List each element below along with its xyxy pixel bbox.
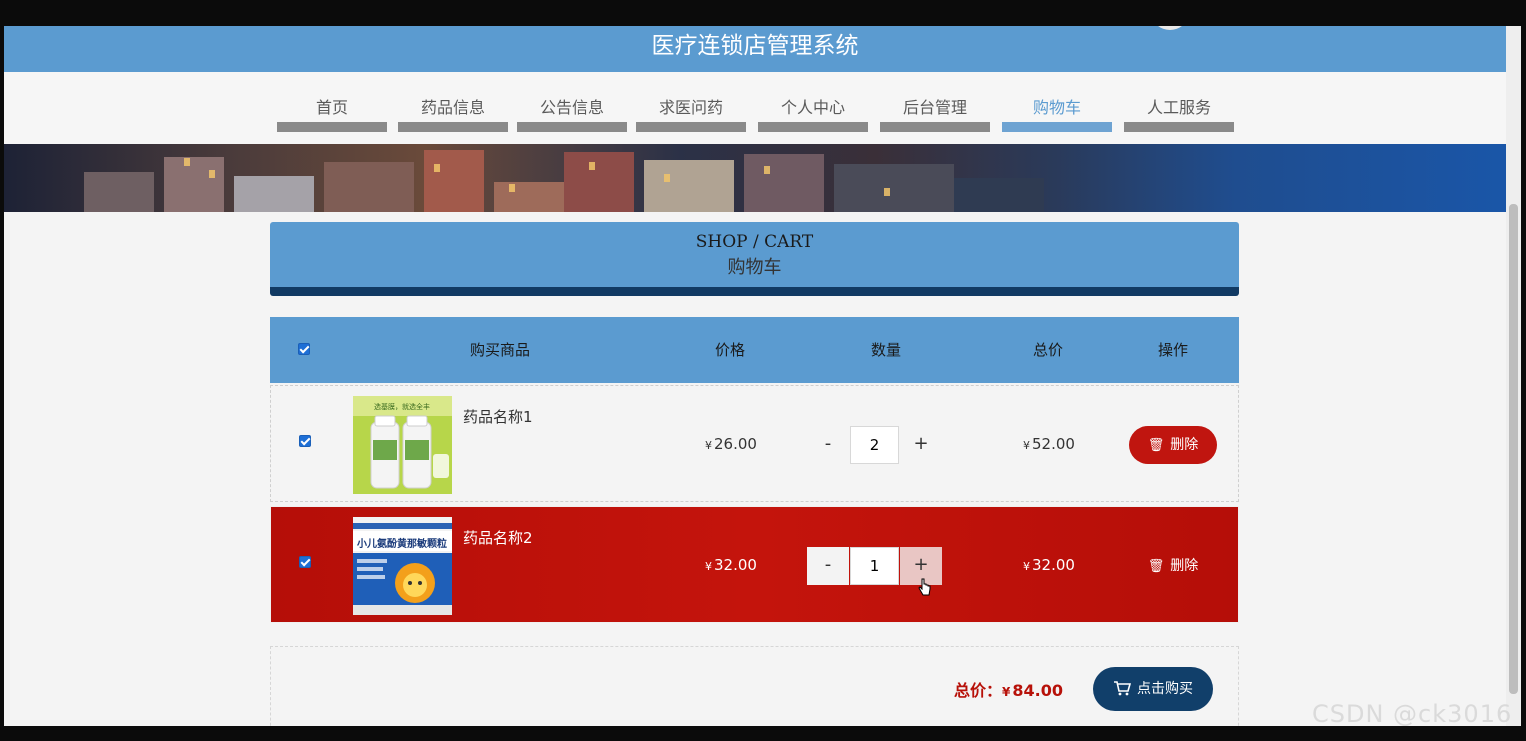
row-checkbox[interactable] [299, 435, 311, 447]
decrement-button[interactable]: - [807, 426, 849, 464]
row-total: ¥32.00 [1023, 556, 1075, 574]
quantity-input[interactable]: 1 [850, 547, 899, 585]
cart-title-panel: SHOP / CART 购物车 [270, 222, 1239, 296]
nav-item-underline [636, 122, 746, 132]
unit-price: ¥32.00 [705, 556, 757, 574]
nav-item-notices[interactable]: 公告信息 [517, 72, 627, 134]
nav-item-drug-info[interactable]: 药品信息 [398, 72, 508, 134]
bottom-black-bar [0, 726, 1526, 741]
product-image-caption: 小儿氨酚黄那敏颗粒 [356, 537, 447, 550]
nav-item-profile[interactable]: 个人中心 [758, 72, 868, 134]
nav-item-label: 个人中心 [780, 98, 845, 117]
header-total: 总价 [1032, 341, 1063, 359]
watermark: CSDN @ck3016 [1312, 700, 1513, 728]
nav-item-cart[interactable]: 购物车 [1002, 72, 1112, 134]
grand-total: 总价：¥ 84.00 [954, 681, 1063, 700]
nav-item-label: 首页 [315, 98, 348, 117]
nav-item-consult[interactable]: 求医问药 [636, 72, 746, 134]
nav-item-underline [880, 122, 990, 132]
delete-label: 删除 [1170, 437, 1199, 453]
cart-title-cn: 购物车 [727, 257, 782, 278]
top-black-bar [0, 0, 1526, 26]
cart-row: 选基膜，就选全丰 药品名称1 ¥26.00 - 2 + ¥52.00 🗑 删除 [270, 385, 1239, 502]
select-all-checkbox[interactable] [298, 343, 310, 355]
unit-price: ¥26.00 [705, 435, 757, 453]
header-action: 操作 [1157, 341, 1188, 359]
product-name[interactable]: 药品名称2 [463, 527, 533, 548]
nav-item-label: 后台管理 [902, 98, 967, 117]
browser-viewport: 医疗连锁店管理系统 首页 药品信息 公告信息 求医问药 个人中心 后台管理 购物… [4, 26, 1506, 726]
nav-item-underline [758, 122, 868, 132]
hand-cursor-icon [918, 578, 931, 596]
trash-icon: 🗑 [1147, 438, 1165, 453]
nav-item-admin[interactable]: 后台管理 [880, 72, 990, 134]
cart-table-header: 购买商品 价格 数量 总价 操作 [270, 317, 1239, 383]
increment-button[interactable]: + [900, 426, 942, 464]
cart-title-en: SHOP / CART [695, 232, 814, 252]
header-quantity: 数量 [870, 341, 901, 359]
delete-button[interactable]: 🗑 删除 [1129, 426, 1217, 464]
checkout-label: 点击购买 [1137, 681, 1193, 697]
cart-row: 小儿氨酚黄那敏颗粒 药品名称2 ¥32.00 - 1 + ¥32.00 🗑 删除 [270, 506, 1239, 623]
page-scrollbar[interactable] [1506, 26, 1521, 726]
site-header: 医疗连锁店管理系统 [4, 26, 1506, 72]
quantity-input[interactable]: 2 [850, 426, 899, 464]
delete-button[interactable]: 🗑 删除 [1129, 547, 1217, 585]
nav-item-underline [398, 122, 508, 132]
nav-item-label: 药品信息 [420, 98, 485, 117]
product-name[interactable]: 药品名称1 [463, 406, 533, 427]
nav-item-label: 购物车 [1032, 98, 1081, 117]
nav-item-label: 求医问药 [658, 98, 723, 117]
header-product: 购买商品 [469, 341, 530, 359]
nav-item-home[interactable]: 首页 [277, 72, 387, 134]
checkout-button[interactable]: 点击购买 [1093, 667, 1213, 711]
header-price: 价格 [714, 341, 745, 359]
trash-icon: 🗑 [1147, 559, 1165, 574]
nav-item-underline [517, 122, 627, 132]
quantity-stepper: - 2 + [807, 426, 942, 464]
main-nav: 首页 药品信息 公告信息 求医问药 个人中心 后台管理 购物车 人工服务 [4, 72, 1506, 144]
decrement-button[interactable]: - [807, 547, 849, 585]
nav-item-label: 人工服务 [1146, 98, 1211, 117]
scrollbar-thumb[interactable] [1509, 204, 1518, 694]
nav-item-label: 公告信息 [539, 98, 604, 117]
delete-label: 删除 [1170, 558, 1199, 574]
nav-item-underline [1002, 122, 1112, 132]
nav-item-support[interactable]: 人工服务 [1124, 72, 1234, 134]
nav-item-underline [1124, 122, 1234, 132]
row-total: ¥52.00 [1023, 435, 1075, 453]
nav-item-underline [277, 122, 387, 132]
banner-image [4, 144, 1506, 212]
cart-summary: 总价：¥ 84.00 点击购买 [270, 646, 1239, 726]
product-image[interactable]: 选基膜，就选全丰 [353, 396, 452, 494]
row-checkbox[interactable] [299, 556, 311, 568]
cart-icon [1114, 681, 1132, 696]
product-image-caption: 选基膜，就选全丰 [374, 402, 430, 411]
product-image[interactable]: 小儿氨酚黄那敏颗粒 [353, 517, 452, 615]
site-title: 医疗连锁店管理系统 [651, 33, 859, 59]
